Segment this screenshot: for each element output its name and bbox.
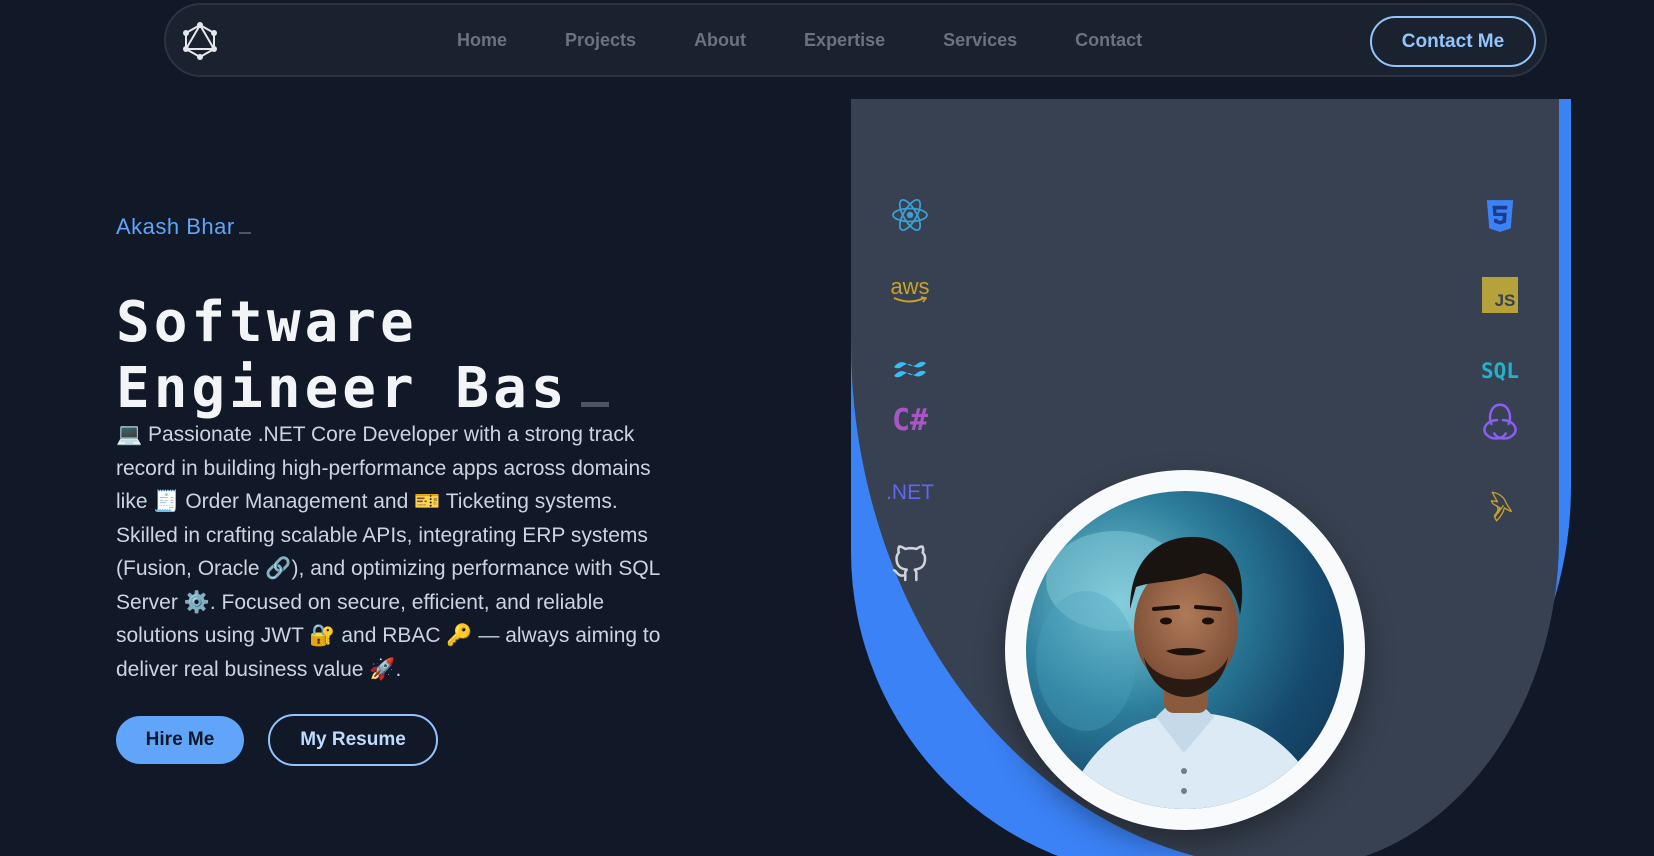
typing-cursor [238, 232, 251, 234]
github-icon[interactable] [890, 544, 930, 584]
javascript-icon[interactable]: JS [1482, 277, 1518, 313]
nav-link-home[interactable]: Home [428, 30, 536, 51]
nav-link-about[interactable]: About [665, 30, 775, 51]
nav-link-services[interactable]: Services [914, 30, 1046, 51]
my-resume-button[interactable]: My Resume [268, 714, 438, 766]
csharp-icon[interactable]: C# [888, 400, 932, 440]
redux-icon[interactable] [1476, 398, 1524, 446]
typing-cursor-large [580, 402, 609, 407]
hire-me-button[interactable]: Hire Me [116, 716, 244, 764]
dotnet-icon[interactable]: .NET [884, 478, 936, 508]
hero-description: 💻 Passionate .NET Core Developer with a … [116, 423, 661, 681]
csharp-icon-text: C# [891, 402, 929, 438]
nav-link-projects[interactable]: Projects [536, 30, 665, 51]
sql-icon[interactable]: SQL [1476, 356, 1524, 386]
hero-title-line-2: Engineer Bas [116, 349, 676, 429]
graphql-logo-icon[interactable] [180, 21, 220, 61]
javascript-icon-text: JS [1494, 291, 1516, 310]
nav-link-expertise[interactable]: Expertise [775, 30, 914, 51]
aws-icon[interactable]: aws [888, 276, 932, 306]
nav-links: Home Projects About Expertise Services C… [428, 5, 1171, 75]
profile-photo [1026, 491, 1344, 809]
aws-icon-text: aws [890, 274, 930, 299]
dotnet-icon-text: .NET [886, 481, 934, 504]
hero-name: Akash Bhar [116, 214, 251, 240]
contact-me-button[interactable]: Contact Me [1370, 16, 1536, 67]
react-icon[interactable] [890, 195, 930, 235]
sql-icon-text: SQL [1481, 359, 1519, 383]
tailwind-icon[interactable] [890, 356, 930, 382]
hero-title: Software Engineer Bas [116, 283, 676, 429]
hero-name-text: Akash Bhar [116, 214, 235, 239]
aws-smile-icon [893, 296, 928, 303]
navbar: Home Projects About Expertise Services C… [164, 3, 1547, 77]
mysql-icon[interactable] [1484, 488, 1516, 526]
profile-photo-frame [1005, 470, 1365, 830]
nav-link-contact[interactable]: Contact [1046, 30, 1171, 51]
css3-icon[interactable] [1482, 196, 1518, 236]
hero-title-line-2-text: Engineer Bas [116, 356, 569, 421]
